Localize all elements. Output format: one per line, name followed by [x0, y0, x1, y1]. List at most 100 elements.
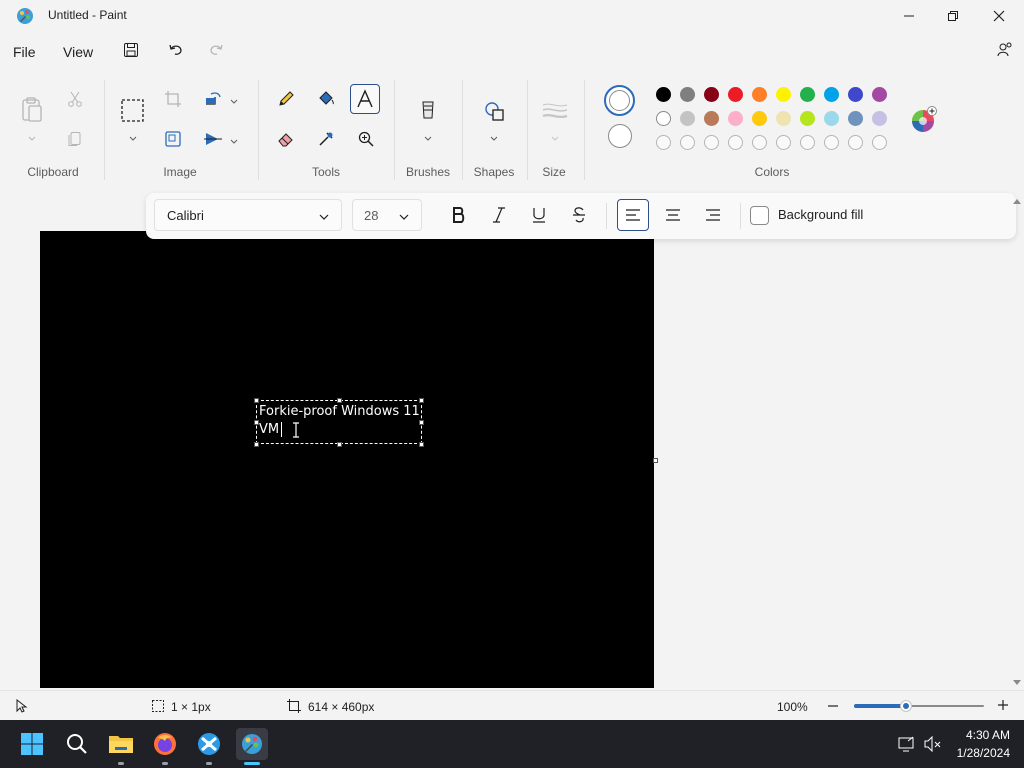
- pencil-icon[interactable]: [271, 84, 301, 114]
- color-swatch[interactable]: [776, 87, 791, 102]
- shapes-chevron-icon[interactable]: [489, 132, 499, 141]
- color-swatch[interactable]: [728, 87, 743, 102]
- drawing-canvas[interactable]: [40, 231, 654, 688]
- align-center-button[interactable]: [657, 199, 689, 231]
- custom-color-slot[interactable]: [776, 135, 791, 150]
- brush-chevron-icon[interactable]: [423, 132, 433, 141]
- size-icon[interactable]: [542, 102, 568, 123]
- color-swatch[interactable]: [800, 111, 815, 126]
- color-swatch[interactable]: [680, 111, 695, 126]
- color-swatch[interactable]: [872, 111, 887, 126]
- clock-time[interactable]: 4:30 AM: [950, 728, 1010, 742]
- color-swatch[interactable]: [848, 111, 863, 126]
- textbox-handle[interactable]: [337, 442, 342, 447]
- color-swatch[interactable]: [656, 87, 671, 102]
- clock-date[interactable]: 1/28/2024: [948, 746, 1010, 760]
- scroll-up-icon[interactable]: [1012, 194, 1022, 208]
- firefox-icon[interactable]: [149, 728, 181, 760]
- search-icon[interactable]: [61, 728, 93, 760]
- color-swatch[interactable]: [656, 111, 671, 126]
- text-tool-icon[interactable]: [350, 84, 380, 114]
- paste-chevron-icon[interactable]: [27, 132, 37, 141]
- custom-color-slot[interactable]: [728, 135, 743, 150]
- secondary-color-swatch[interactable]: [608, 124, 632, 148]
- strikethrough-button[interactable]: [563, 199, 595, 231]
- custom-color-slot[interactable]: [824, 135, 839, 150]
- canvas-resize-handle[interactable]: [653, 458, 658, 463]
- textbox-handle[interactable]: [419, 420, 424, 425]
- rotate-icon[interactable]: [203, 90, 223, 111]
- size-chevron-icon[interactable]: [550, 132, 560, 141]
- zoom-slider-thumb[interactable]: [901, 701, 911, 711]
- app-icon[interactable]: [193, 728, 225, 760]
- color-swatch[interactable]: [704, 111, 719, 126]
- textbox-handle[interactable]: [254, 442, 259, 447]
- vertical-scrollbar[interactable]: [1010, 192, 1024, 688]
- color-swatch[interactable]: [872, 87, 887, 102]
- custom-color-slot[interactable]: [704, 135, 719, 150]
- zoom-out-icon[interactable]: [827, 700, 839, 715]
- custom-color-slot[interactable]: [752, 135, 767, 150]
- file-explorer-icon[interactable]: [105, 728, 137, 760]
- font-family-select[interactable]: Calibri: [154, 199, 342, 231]
- cut-icon[interactable]: [66, 90, 84, 111]
- color-swatch[interactable]: [848, 87, 863, 102]
- view-menu[interactable]: View: [57, 42, 99, 62]
- color-swatch[interactable]: [728, 111, 743, 126]
- color-swatch[interactable]: [824, 111, 839, 126]
- edit-colors-icon[interactable]: [910, 106, 938, 137]
- select-icon[interactable]: [120, 98, 146, 127]
- font-size-select[interactable]: 28: [352, 199, 422, 231]
- custom-color-slot[interactable]: [848, 135, 863, 150]
- paint-taskbar-icon[interactable]: [236, 728, 268, 760]
- color-swatch[interactable]: [776, 111, 791, 126]
- eraser-icon[interactable]: [271, 124, 301, 154]
- flip-icon[interactable]: [203, 130, 223, 151]
- shapes-icon[interactable]: [483, 100, 507, 127]
- paste-icon[interactable]: [20, 96, 44, 127]
- undo-icon[interactable]: [167, 41, 185, 62]
- fill-icon[interactable]: [311, 84, 341, 114]
- color-swatch[interactable]: [800, 87, 815, 102]
- color-picker-icon[interactable]: [311, 124, 341, 154]
- color-swatch[interactable]: [752, 111, 767, 126]
- resize-icon[interactable]: [164, 130, 182, 151]
- color-swatch[interactable]: [704, 87, 719, 102]
- color-swatch[interactable]: [680, 87, 695, 102]
- crop-icon[interactable]: [164, 90, 182, 111]
- align-left-button[interactable]: [617, 199, 649, 231]
- zoom-slider[interactable]: [854, 701, 984, 711]
- custom-color-slot[interactable]: [800, 135, 815, 150]
- textbox-handle[interactable]: [254, 398, 259, 403]
- minimize-button[interactable]: [886, 0, 932, 32]
- magnifier-icon[interactable]: [351, 124, 381, 154]
- italic-button[interactable]: [483, 199, 515, 231]
- textbox-handle[interactable]: [419, 442, 424, 447]
- scroll-down-icon[interactable]: [1012, 676, 1022, 690]
- rotate-chevron-icon[interactable]: [229, 95, 239, 104]
- bold-button[interactable]: [443, 199, 475, 231]
- save-icon[interactable]: [122, 41, 140, 62]
- account-icon[interactable]: [995, 41, 1013, 62]
- redo-icon[interactable]: [207, 41, 225, 62]
- color-swatch[interactable]: [824, 87, 839, 102]
- start-icon[interactable]: [16, 728, 48, 760]
- file-menu[interactable]: File: [7, 42, 42, 62]
- textbox-handle[interactable]: [419, 398, 424, 403]
- custom-color-slot[interactable]: [656, 135, 671, 150]
- copy-icon[interactable]: [66, 130, 84, 151]
- close-button[interactable]: [976, 0, 1022, 32]
- background-fill-checkbox[interactable]: [750, 206, 769, 225]
- align-right-button[interactable]: [697, 199, 729, 231]
- textbox-handle[interactable]: [337, 398, 342, 403]
- custom-color-slot[interactable]: [680, 135, 695, 150]
- brush-icon[interactable]: [418, 98, 438, 127]
- monitor-icon[interactable]: [898, 736, 916, 755]
- underline-button[interactable]: [523, 199, 555, 231]
- color-swatch[interactable]: [752, 87, 767, 102]
- primary-color-swatch[interactable]: [604, 85, 635, 116]
- flip-chevron-icon[interactable]: [229, 135, 239, 144]
- select-chevron-icon[interactable]: [128, 132, 138, 141]
- zoom-in-icon[interactable]: [997, 699, 1009, 714]
- volume-muted-icon[interactable]: [924, 735, 942, 755]
